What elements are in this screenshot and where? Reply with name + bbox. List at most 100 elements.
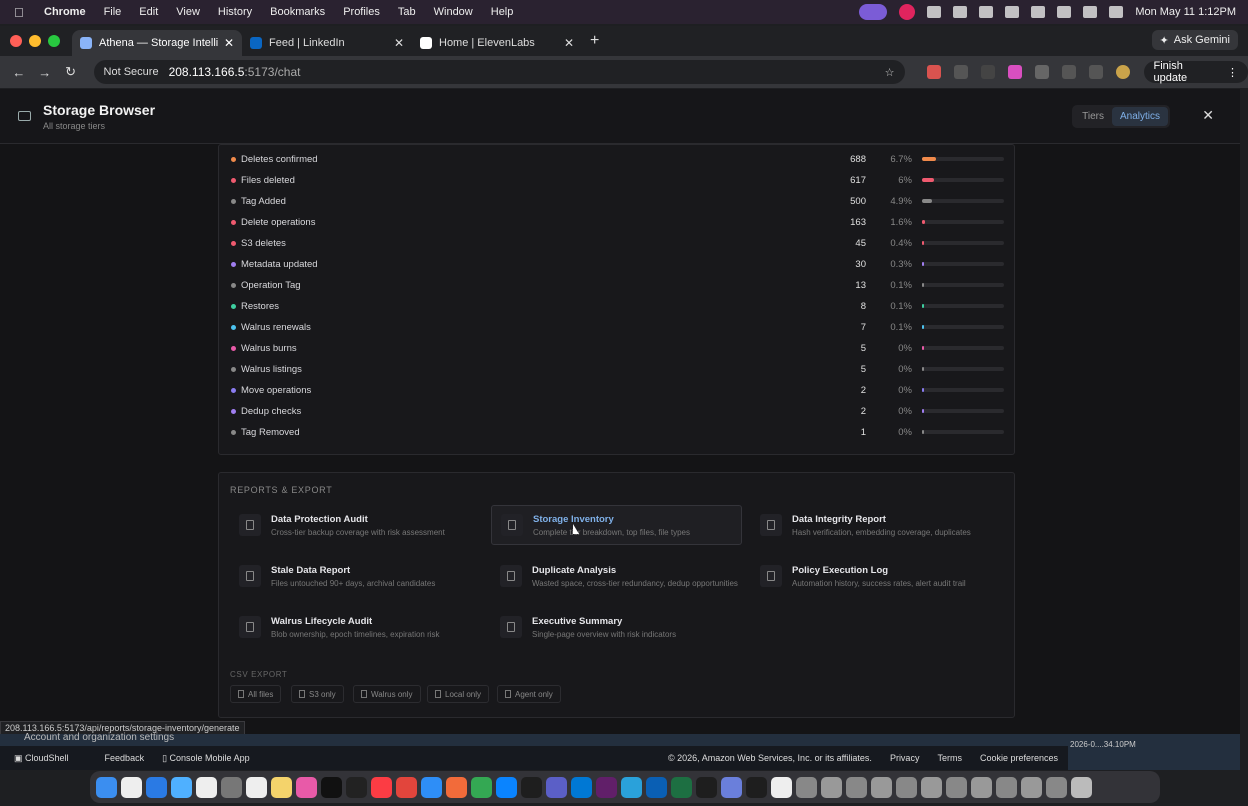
zoom-window-button[interactable]	[48, 35, 60, 47]
close-icon[interactable]: ✕	[1202, 107, 1214, 124]
menubar-clock[interactable]: Mon May 11 1:12PM	[1135, 6, 1236, 18]
dock-app-icon[interactable]	[996, 776, 1017, 798]
download-icon[interactable]	[1088, 65, 1103, 79]
dock-app-icon[interactable]	[496, 776, 517, 798]
dock-app-icon[interactable]	[396, 776, 417, 798]
puzzle-icon[interactable]	[1034, 65, 1049, 79]
dock-app-icon[interactable]	[371, 776, 392, 798]
cloudshell-button[interactable]: ▣ CloudShell	[14, 753, 87, 764]
csv-export-local-only-button[interactable]: Local only	[427, 685, 490, 703]
menu-window[interactable]: Window	[434, 6, 473, 18]
dock-app-icon[interactable]	[646, 776, 667, 798]
csv-export-s3-only-button[interactable]: S3 only	[291, 685, 344, 703]
csv-export-agent-only-button[interactable]: Agent only	[497, 685, 561, 703]
csv-export-all-files-button[interactable]: All files	[230, 685, 282, 703]
dock-app-icon[interactable]	[471, 776, 492, 798]
dock-app-icon[interactable]	[446, 776, 467, 798]
forward-icon[interactable]: →	[32, 65, 58, 80]
dock-app-icon[interactable]	[146, 776, 167, 798]
tab-elevenlabs[interactable]: Home | ElevenLabs ✕	[412, 30, 582, 56]
reload-icon[interactable]: ↻	[58, 64, 84, 80]
screen-share-icon[interactable]	[859, 4, 888, 20]
url-bar[interactable]: Not Secure 208.113.166.5 :5173/chat ☆	[93, 60, 905, 84]
dock-app-icon[interactable]	[196, 776, 217, 798]
report-stale-data-report-button[interactable]: Stale Data Report Files untouched 90+ day…	[230, 556, 481, 596]
close-tab-icon[interactable]: ✕	[564, 36, 574, 50]
dock-app-icon[interactable]	[1071, 776, 1092, 798]
terms-link[interactable]: Terms	[937, 753, 962, 763]
dock-app-icon[interactable]	[921, 776, 942, 798]
dock-app-icon[interactable]	[796, 776, 817, 798]
dock-app-icon[interactable]	[421, 776, 442, 798]
menu-history[interactable]: History	[218, 6, 252, 18]
menu-help[interactable]: Help	[491, 6, 514, 18]
dock-app-icon[interactable]	[671, 776, 692, 798]
extension-icon[interactable]	[927, 6, 942, 18]
profile-avatar[interactable]	[1115, 65, 1130, 79]
dock-app-icon[interactable]	[746, 776, 767, 798]
report-duplicate-analysis-button[interactable]: Duplicate Analysis Wasted space, cross-ti…	[491, 556, 742, 596]
back-icon[interactable]: ←	[6, 65, 32, 80]
ask-gemini-button[interactable]: ✦ Ask Gemini	[1151, 30, 1238, 50]
dock-app-icon[interactable]	[171, 776, 192, 798]
dock-app-icon[interactable]	[546, 776, 567, 798]
dock-app-icon[interactable]	[771, 776, 792, 798]
dock-app-icon[interactable]	[571, 776, 592, 798]
control-center-icon[interactable]	[1109, 6, 1124, 18]
dock-app-icon[interactable]	[271, 776, 292, 798]
tab-search-icon[interactable]	[1061, 65, 1076, 79]
extension-icon[interactable]	[980, 65, 995, 79]
dock-app-icon[interactable]	[721, 776, 742, 798]
desktop-screenshot-label[interactable]: 2026-0....34.10PM	[1070, 740, 1136, 749]
dock-app-icon[interactable]	[1021, 776, 1042, 798]
csv-export-walrus-only-button[interactable]: Walrus only	[353, 685, 421, 703]
report-data-integrity-report-button[interactable]: Data Integrity Report Hash verification, …	[751, 505, 1002, 545]
close-tab-icon[interactable]: ✕	[394, 36, 404, 50]
menu-app-name[interactable]: Chrome	[44, 6, 86, 18]
more-menu-icon[interactable]: ⋮	[1227, 66, 1238, 79]
dock-app-icon[interactable]	[121, 776, 142, 798]
apple-icon[interactable]: 	[14, 5, 30, 20]
dock-app-icon[interactable]	[896, 776, 917, 798]
navigation-icon[interactable]	[979, 6, 994, 18]
keyboard-icon[interactable]	[1005, 6, 1020, 18]
extension-icon[interactable]	[953, 65, 968, 79]
close-tab-icon[interactable]: ✕	[224, 36, 234, 50]
search-icon[interactable]	[1083, 6, 1098, 18]
tab-athena[interactable]: Athena — Storage Intelligence ✕	[72, 30, 242, 56]
menu-bookmarks[interactable]: Bookmarks	[270, 6, 325, 18]
extension-icon[interactable]	[926, 65, 941, 79]
dock-app-icon[interactable]	[596, 776, 617, 798]
dock-app-icon[interactable]	[246, 776, 267, 798]
dock-app-icon[interactable]	[321, 776, 342, 798]
report-storage-inventory-button[interactable]: Storage Inventory Complete tier breakdown…	[491, 505, 742, 545]
tab-tiers[interactable]: Tiers	[1074, 107, 1112, 126]
dock-app-icon[interactable]	[696, 776, 717, 798]
dock-app-icon[interactable]	[296, 776, 317, 798]
report-policy-execution-log-button[interactable]: Policy Execution Log Automation history, …	[751, 556, 1002, 596]
new-tab-icon[interactable]: +	[590, 32, 599, 50]
dock-app-icon[interactable]	[821, 776, 842, 798]
report-executive-summary-button[interactable]: Executive Summary Single-page overview wi…	[491, 607, 742, 647]
dock-app-icon[interactable]	[946, 776, 967, 798]
cookie-preferences-link[interactable]: Cookie preferences	[980, 753, 1058, 763]
dock-app-icon[interactable]	[346, 776, 367, 798]
dock-app-icon[interactable]	[846, 776, 867, 798]
dock-app-icon[interactable]	[871, 776, 892, 798]
dock-app-icon[interactable]	[521, 776, 542, 798]
menu-view[interactable]: View	[176, 6, 200, 18]
tab-linkedin[interactable]: Feed | LinkedIn ✕	[242, 30, 412, 56]
cloud-icon[interactable]	[953, 6, 968, 18]
menu-file[interactable]: File	[104, 6, 122, 18]
menu-edit[interactable]: Edit	[139, 6, 158, 18]
report-walrus-lifecycle-audit-button[interactable]: Walrus Lifecycle Audit Blob ownership, ep…	[230, 607, 481, 647]
extension-icon[interactable]	[1007, 65, 1022, 79]
report-data-protection-audit-button[interactable]: Data Protection Audit Cross-tier backup c…	[230, 505, 481, 545]
tab-analytics[interactable]: Analytics	[1111, 107, 1168, 126]
record-icon[interactable]	[899, 4, 916, 20]
battery-icon[interactable]	[1031, 6, 1046, 18]
bookmark-star-icon[interactable]: ☆	[885, 66, 895, 79]
menu-tab[interactable]: Tab	[398, 6, 416, 18]
dock-app-icon[interactable]	[96, 776, 117, 798]
finish-update-button[interactable]: Finish update ⋮	[1143, 60, 1248, 84]
